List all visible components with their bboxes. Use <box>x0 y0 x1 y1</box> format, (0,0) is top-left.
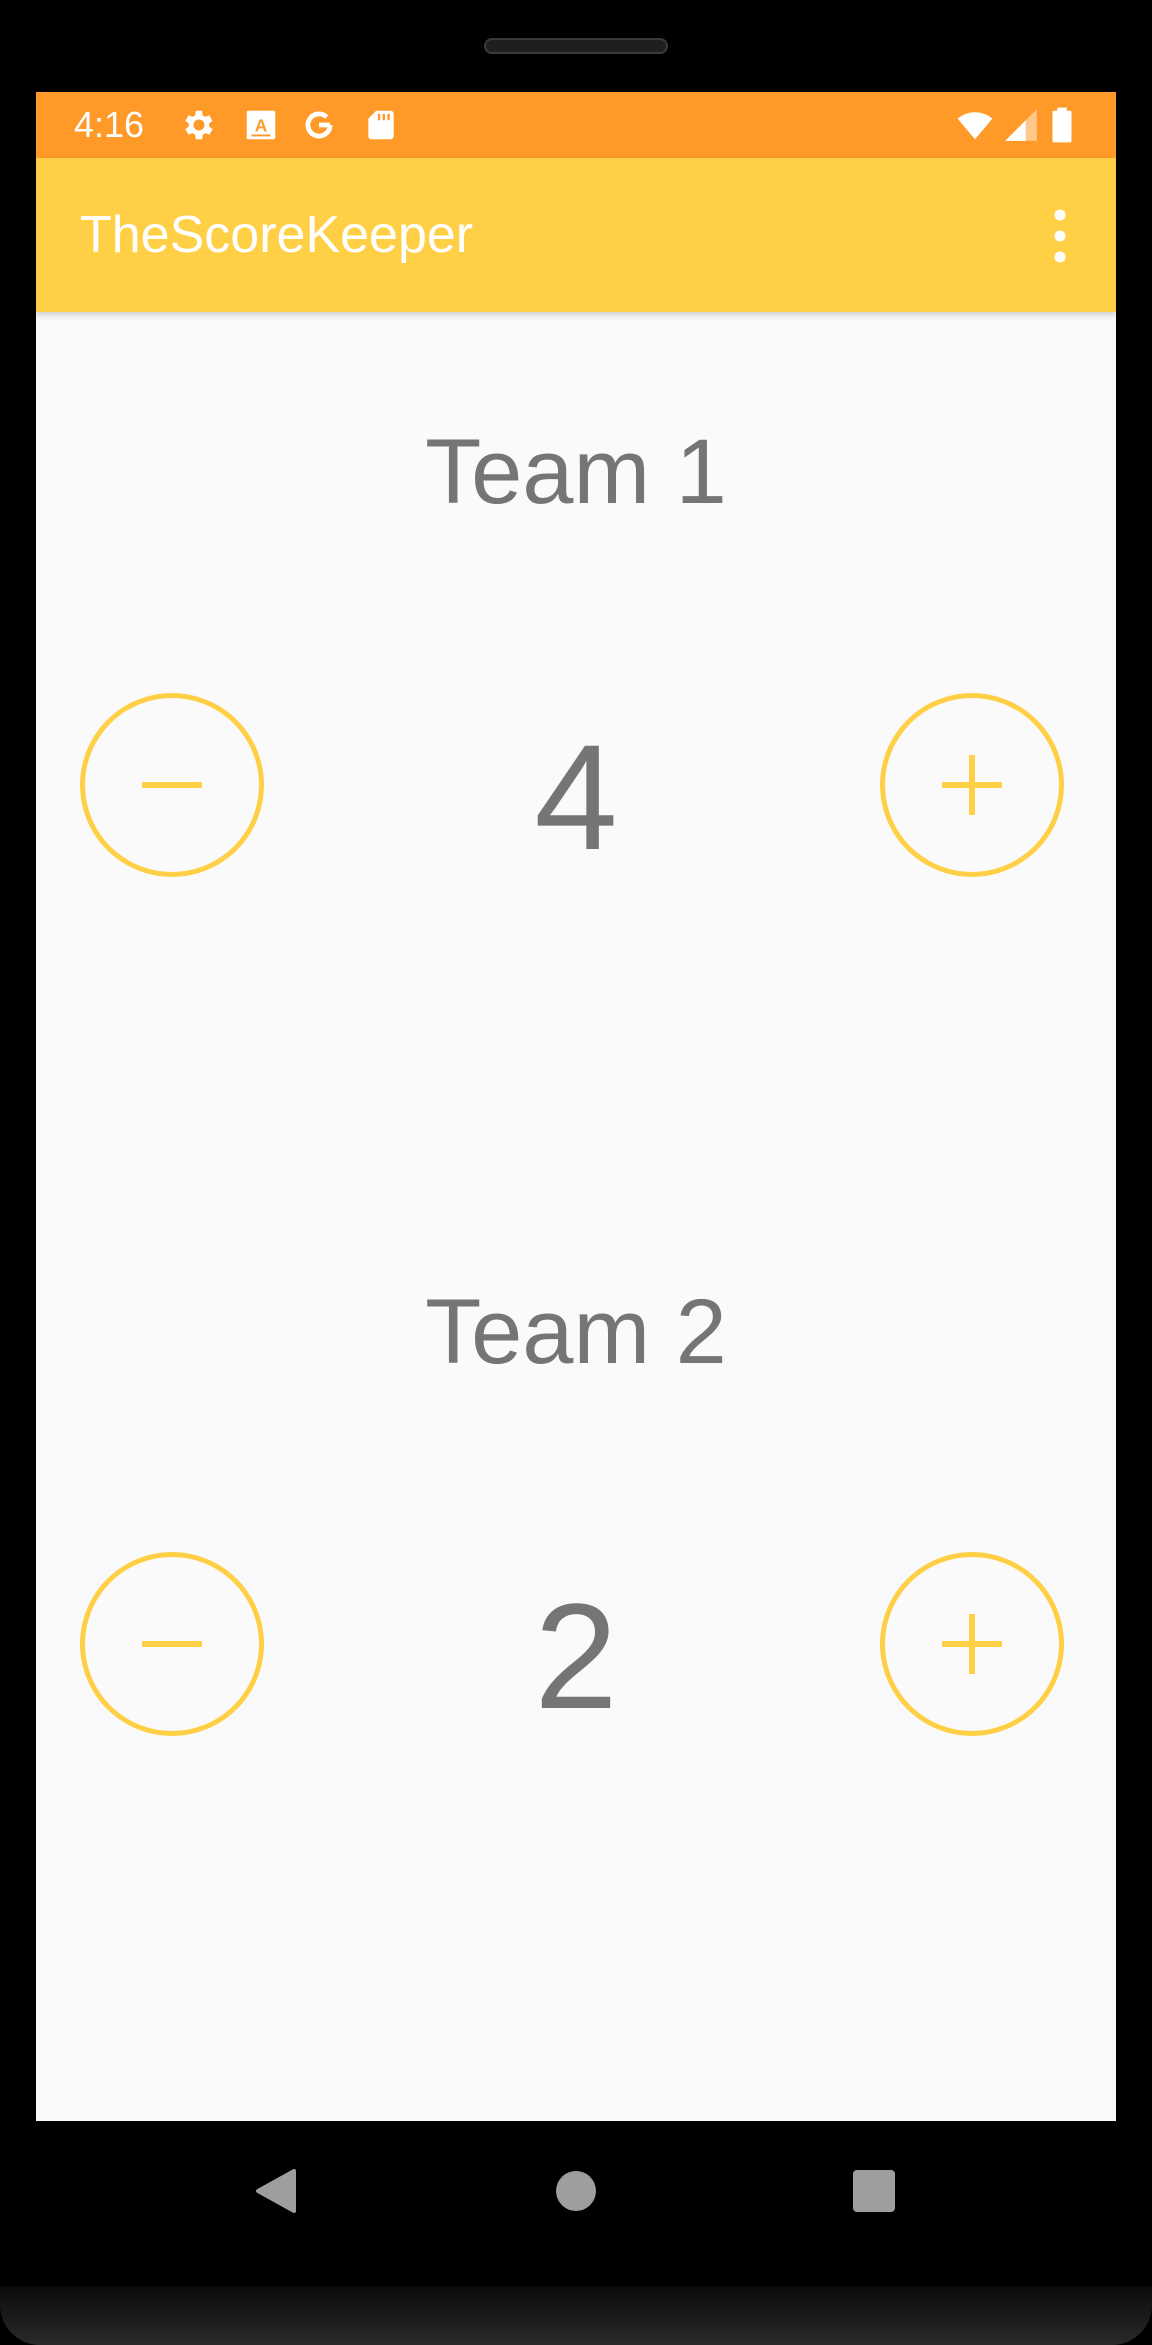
status-bar: 4:16 A <box>36 92 1116 158</box>
more-vert-icon[interactable] <box>1032 206 1088 266</box>
app-toolbar: TheScoreKeeper <box>36 158 1116 312</box>
team-1-name: Team 1 <box>425 421 727 523</box>
minus-icon <box>142 1641 202 1647</box>
earpiece-speaker <box>484 38 668 54</box>
battery-icon <box>1050 106 1080 144</box>
recents-square-icon[interactable] <box>844 2161 904 2221</box>
team-2-increment-button[interactable] <box>880 1552 1064 1736</box>
team-2-score: 2 <box>534 1572 618 1740</box>
team-2-decrement-button[interactable] <box>80 1552 264 1736</box>
plus-icon <box>942 755 1002 815</box>
app-title: TheScoreKeeper <box>80 206 474 264</box>
wifi-icon <box>952 106 998 144</box>
font-a-icon: A <box>242 106 280 144</box>
minus-icon <box>142 782 202 788</box>
plus-icon <box>942 1614 1002 1674</box>
system-nav-bar <box>0 2121 1152 2261</box>
team-2-name: Team 2 <box>425 1281 727 1383</box>
google-g-icon <box>300 106 338 144</box>
team-1-decrement-button[interactable] <box>80 693 264 877</box>
team-1-increment-button[interactable] <box>880 693 1064 877</box>
status-time: 4:16 <box>74 104 145 145</box>
device-frame: 4:16 A TheScoreKeeper Team 1 4 Team 2 2 <box>0 0 1152 2345</box>
sd-card-icon <box>362 106 400 144</box>
back-triangle-icon[interactable] <box>246 2161 306 2221</box>
app-screen: 4:16 A TheScoreKeeper Team 1 4 Team 2 2 <box>36 92 1116 2121</box>
device-bottom-bezel <box>0 2286 1152 2345</box>
gear-icon <box>180 106 218 144</box>
svg-text:A: A <box>255 115 268 135</box>
home-circle-icon[interactable] <box>546 2161 606 2221</box>
cell-signal-icon <box>1000 106 1042 144</box>
team-1-score: 4 <box>534 713 618 881</box>
